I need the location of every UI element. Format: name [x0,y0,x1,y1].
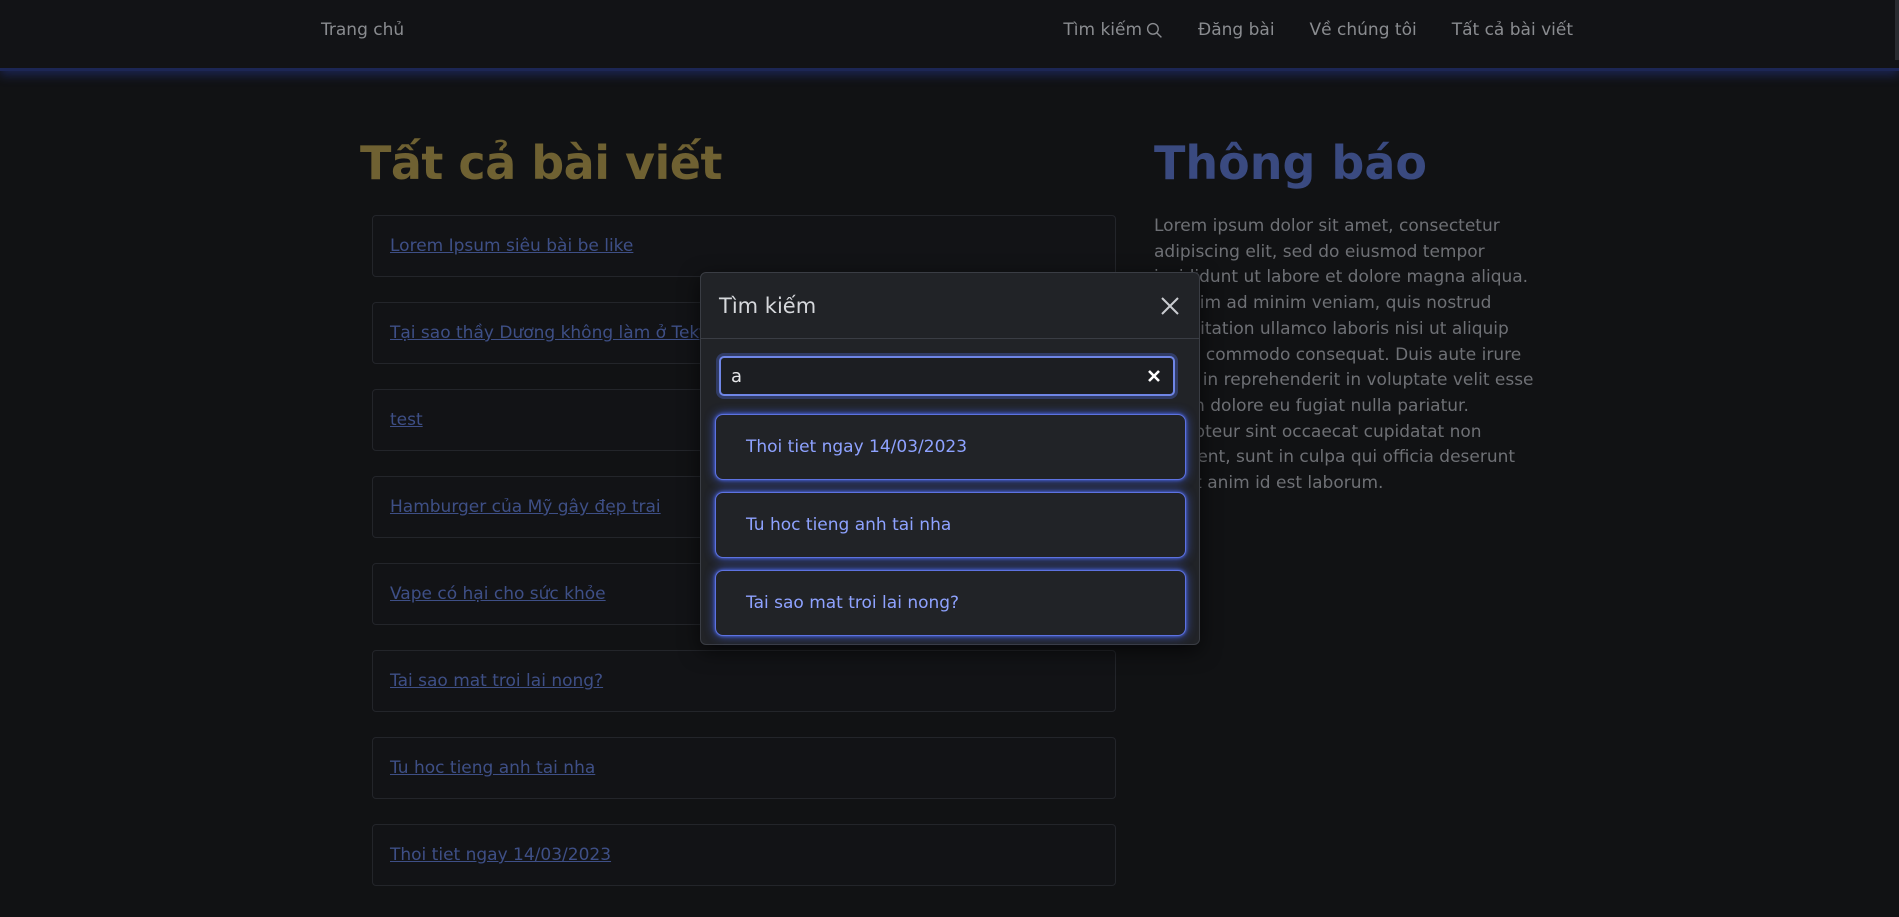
post-link[interactable]: Vape có hại cho sức khỏe [390,584,606,604]
search-modal: Tìm kiếm Thoi tiet ngay 14/03/2023 Tu ho… [700,272,1200,645]
nav-about-link[interactable]: Về chúng tôi [1310,20,1417,40]
post-card: Tai sao mat troi lai nong? [372,650,1116,712]
clear-icon[interactable] [1147,369,1161,383]
search-result-label: Tu hoc tieng anh tai nha [746,515,952,535]
nav-home-link[interactable]: Trang chủ [321,20,404,40]
search-icon [1146,22,1162,38]
search-results: Thoi tiet ngay 14/03/2023 Tu hoc tieng a… [715,414,1186,648]
nav-all-posts-link[interactable]: Tất cả bài viết [1452,20,1573,40]
announcement-text: Lorem ipsum dolor sit amet, consectetur … [1154,216,1534,494]
post-link[interactable]: Thoi tiet ngay 14/03/2023 [390,845,611,865]
post-link[interactable]: Tại sao thầy Dương không làm ở Teky nữa [390,323,746,343]
nav-post-link[interactable]: Đăng bài [1198,20,1275,40]
search-result-label: Thoi tiet ngay 14/03/2023 [746,437,968,457]
post-link[interactable]: Lorem Ipsum siêu bài be like [390,236,633,256]
nav-search-label: Tìm kiếm [1063,20,1143,40]
post-link[interactable]: Tai sao mat troi lai nong? [390,671,603,691]
search-result-item[interactable]: Thoi tiet ngay 14/03/2023 [715,414,1186,480]
search-result-item[interactable]: Tai sao mat troi lai nong? [715,570,1186,636]
post-card: Lorem Ipsum siêu bài be like [372,215,1116,277]
post-link[interactable]: test [390,410,423,430]
modal-title: Tìm kiếm [719,293,817,318]
modal-header: Tìm kiếm [701,273,1199,339]
post-card: Tu hoc tieng anh tai nha [372,737,1116,799]
announcement-title: Thông báo [1154,136,1427,190]
close-icon[interactable] [1158,294,1182,318]
search-field [719,356,1175,396]
search-result-label: Tai sao mat troi lai nong? [746,593,960,613]
page-title: Tất cả bài viết [360,136,722,190]
post-link[interactable]: Hamburger của Mỹ gây đẹp trai [390,497,661,517]
post-card: Thoi tiet ngay 14/03/2023 [372,824,1116,886]
search-input[interactable] [721,358,1173,394]
navbar: Trang chủ Tìm kiếm Đăng bài Về chúng tôi… [0,0,1899,71]
scrollbar[interactable] [1895,0,1899,60]
search-result-item[interactable]: Tu hoc tieng anh tai nha [715,492,1186,558]
nav-search-link[interactable]: Tìm kiếm [1063,20,1163,40]
nav-links: Tìm kiếm Đăng bài Về chúng tôi Tất cả bà… [1063,20,1573,40]
post-link[interactable]: Tu hoc tieng anh tai nha [390,758,595,778]
